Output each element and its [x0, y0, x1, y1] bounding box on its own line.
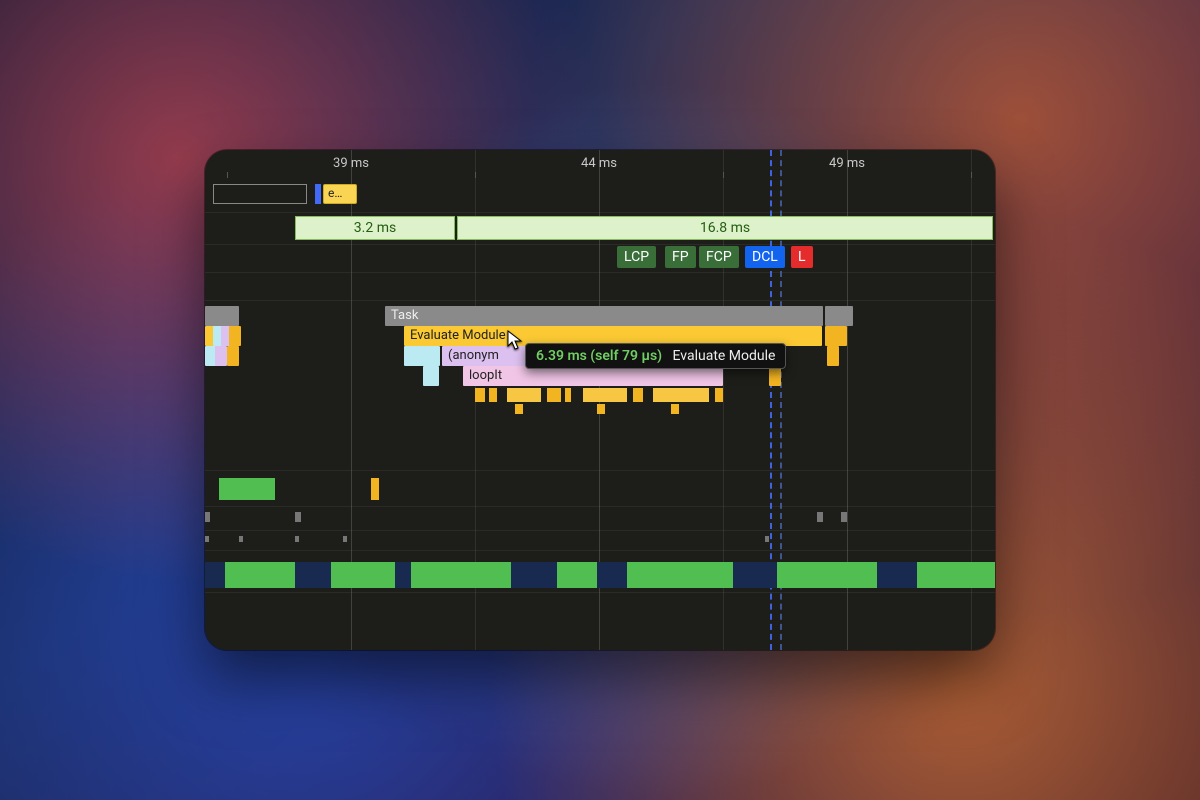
tooltip-duration: 6.39 ms (self 79 µs)	[536, 348, 662, 364]
frame-bar[interactable]: 3.2 ms	[295, 216, 455, 240]
gpu-track[interactable]	[205, 512, 995, 522]
flame-bar[interactable]	[547, 388, 561, 402]
flame-bar[interactable]	[215, 346, 227, 366]
frame-sequence-track[interactable]	[205, 562, 995, 588]
badge-fcp[interactable]: FCP	[699, 246, 739, 268]
timings-track[interactable]: LCP FP FCP DCL L	[205, 246, 995, 270]
flame-bar[interactable]	[475, 388, 485, 402]
flame-bar[interactable]	[825, 326, 847, 346]
flame-bar[interactable]	[515, 404, 523, 414]
flame-bar-task[interactable]: Task	[385, 306, 823, 326]
flame-bar[interactable]	[489, 388, 497, 402]
flame-bar[interactable]	[205, 306, 239, 326]
tooltip-name: Evaluate Module	[673, 348, 776, 364]
flame-bar[interactable]	[227, 346, 239, 366]
flame-bar[interactable]	[825, 306, 853, 326]
frames-track[interactable]: 3.2 ms 16.8 ms	[205, 214, 995, 242]
flame-bar[interactable]	[583, 388, 627, 402]
flame-bar[interactable]	[715, 388, 723, 402]
flame-bar[interactable]	[597, 404, 605, 414]
ruler-tick: 39 ms	[333, 156, 369, 171]
flame-bar-loopit[interactable]: loopIt	[463, 366, 723, 386]
ruler-tick: 49 ms	[829, 156, 865, 171]
flame-bar[interactable]	[507, 388, 541, 402]
flame-bar[interactable]	[229, 326, 241, 346]
flame-bar[interactable]	[827, 346, 839, 366]
overview-range-handle[interactable]	[213, 184, 307, 204]
flame-bar[interactable]	[565, 388, 571, 402]
flame-bar[interactable]	[423, 366, 439, 386]
badge-load[interactable]: L	[791, 246, 813, 268]
flame-bar[interactable]	[404, 346, 440, 366]
flame-tooltip: 6.39 ms (self 79 µs) Evaluate Module	[525, 343, 786, 369]
overview-chip[interactable]: e…	[323, 184, 357, 204]
flame-bar[interactable]	[671, 404, 679, 414]
compositor-track[interactable]	[205, 536, 995, 542]
ruler-tick: 44 ms	[581, 156, 617, 171]
time-ruler[interactable]: 39 ms 44 ms 49 ms	[205, 150, 995, 180]
frame-bar[interactable]: 16.8 ms	[457, 216, 993, 240]
badge-lcp[interactable]: LCP	[617, 246, 656, 268]
raster-track[interactable]	[205, 478, 995, 500]
flame-bar[interactable]	[633, 388, 643, 402]
flame-bar[interactable]	[653, 388, 709, 402]
overview-marker	[315, 184, 321, 204]
flame-bar[interactable]	[769, 366, 781, 386]
badge-dcl[interactable]: DCL	[745, 246, 785, 268]
cursor-icon	[507, 330, 523, 352]
devtools-performance-panel[interactable]: { "ruler": { "ticks": ["39 ms", "44 ms",…	[205, 150, 995, 650]
badge-fp[interactable]: FP	[665, 246, 696, 268]
overview-strip[interactable]: e…	[205, 180, 995, 208]
